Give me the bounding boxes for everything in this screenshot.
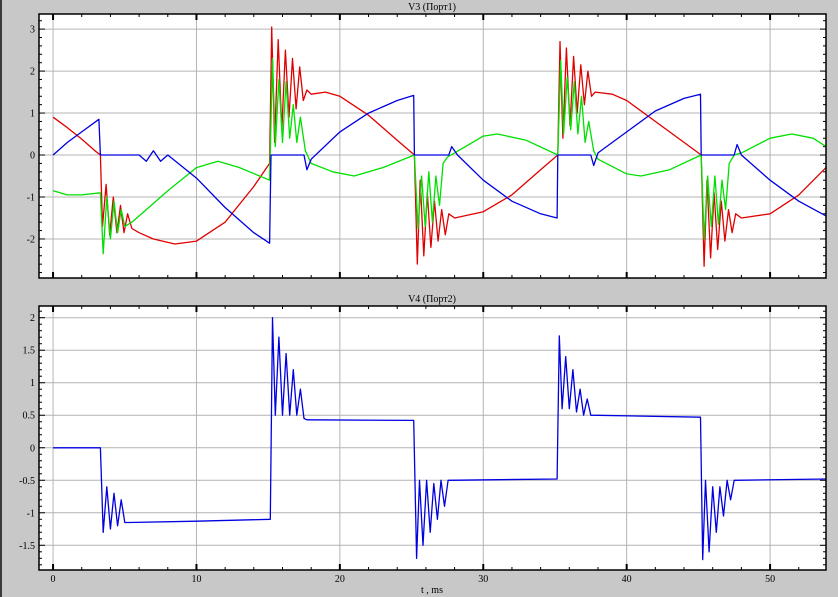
top-plot-title: V3 (Порт1) (408, 2, 456, 13)
top-y-tick-label: 2 (30, 67, 35, 78)
bottom-y-tick-label: 2 (30, 313, 35, 324)
top-plot-area (39, 14, 826, 278)
top-y-tick-label: 1 (30, 109, 35, 120)
bottom-y-tick-label: 0 (30, 443, 35, 454)
bottom-x-tick-label: 40 (622, 574, 632, 585)
bottom-x-tick-label: 30 (478, 574, 488, 585)
bottom-plot-title: V4 (Порт2) (408, 294, 456, 305)
bottom-x-tick-label: 0 (51, 574, 56, 585)
top-y-tick-label: 0 (30, 151, 35, 162)
bottom-y-tick-label: 1 (30, 378, 35, 389)
bottom-x-tick-label: 20 (335, 574, 345, 585)
top-y-tick-label: -1 (27, 192, 35, 203)
bottom-y-tick-label: -1 (27, 508, 35, 519)
top-y-tick-label: -2 (27, 234, 35, 245)
chart-canvas: 3210-1-221.510.50-0.5-1-1.50 10 20 30 40 50V3… (19, 2, 827, 596)
bottom-y-tick-label: -0.5 (19, 476, 35, 487)
bottom-y-tick-label: 1.5 (23, 346, 36, 357)
bottom-x-tick-label: 50 (765, 574, 775, 585)
bottom-y-tick-label: -1.5 (19, 541, 35, 552)
bottom-y-tick-label: 0.5 (23, 411, 36, 422)
x-axis-label: t , ms (421, 585, 443, 596)
bottom-x-tick-label: 10 (191, 574, 201, 585)
top-y-tick-label: 3 (30, 25, 35, 36)
